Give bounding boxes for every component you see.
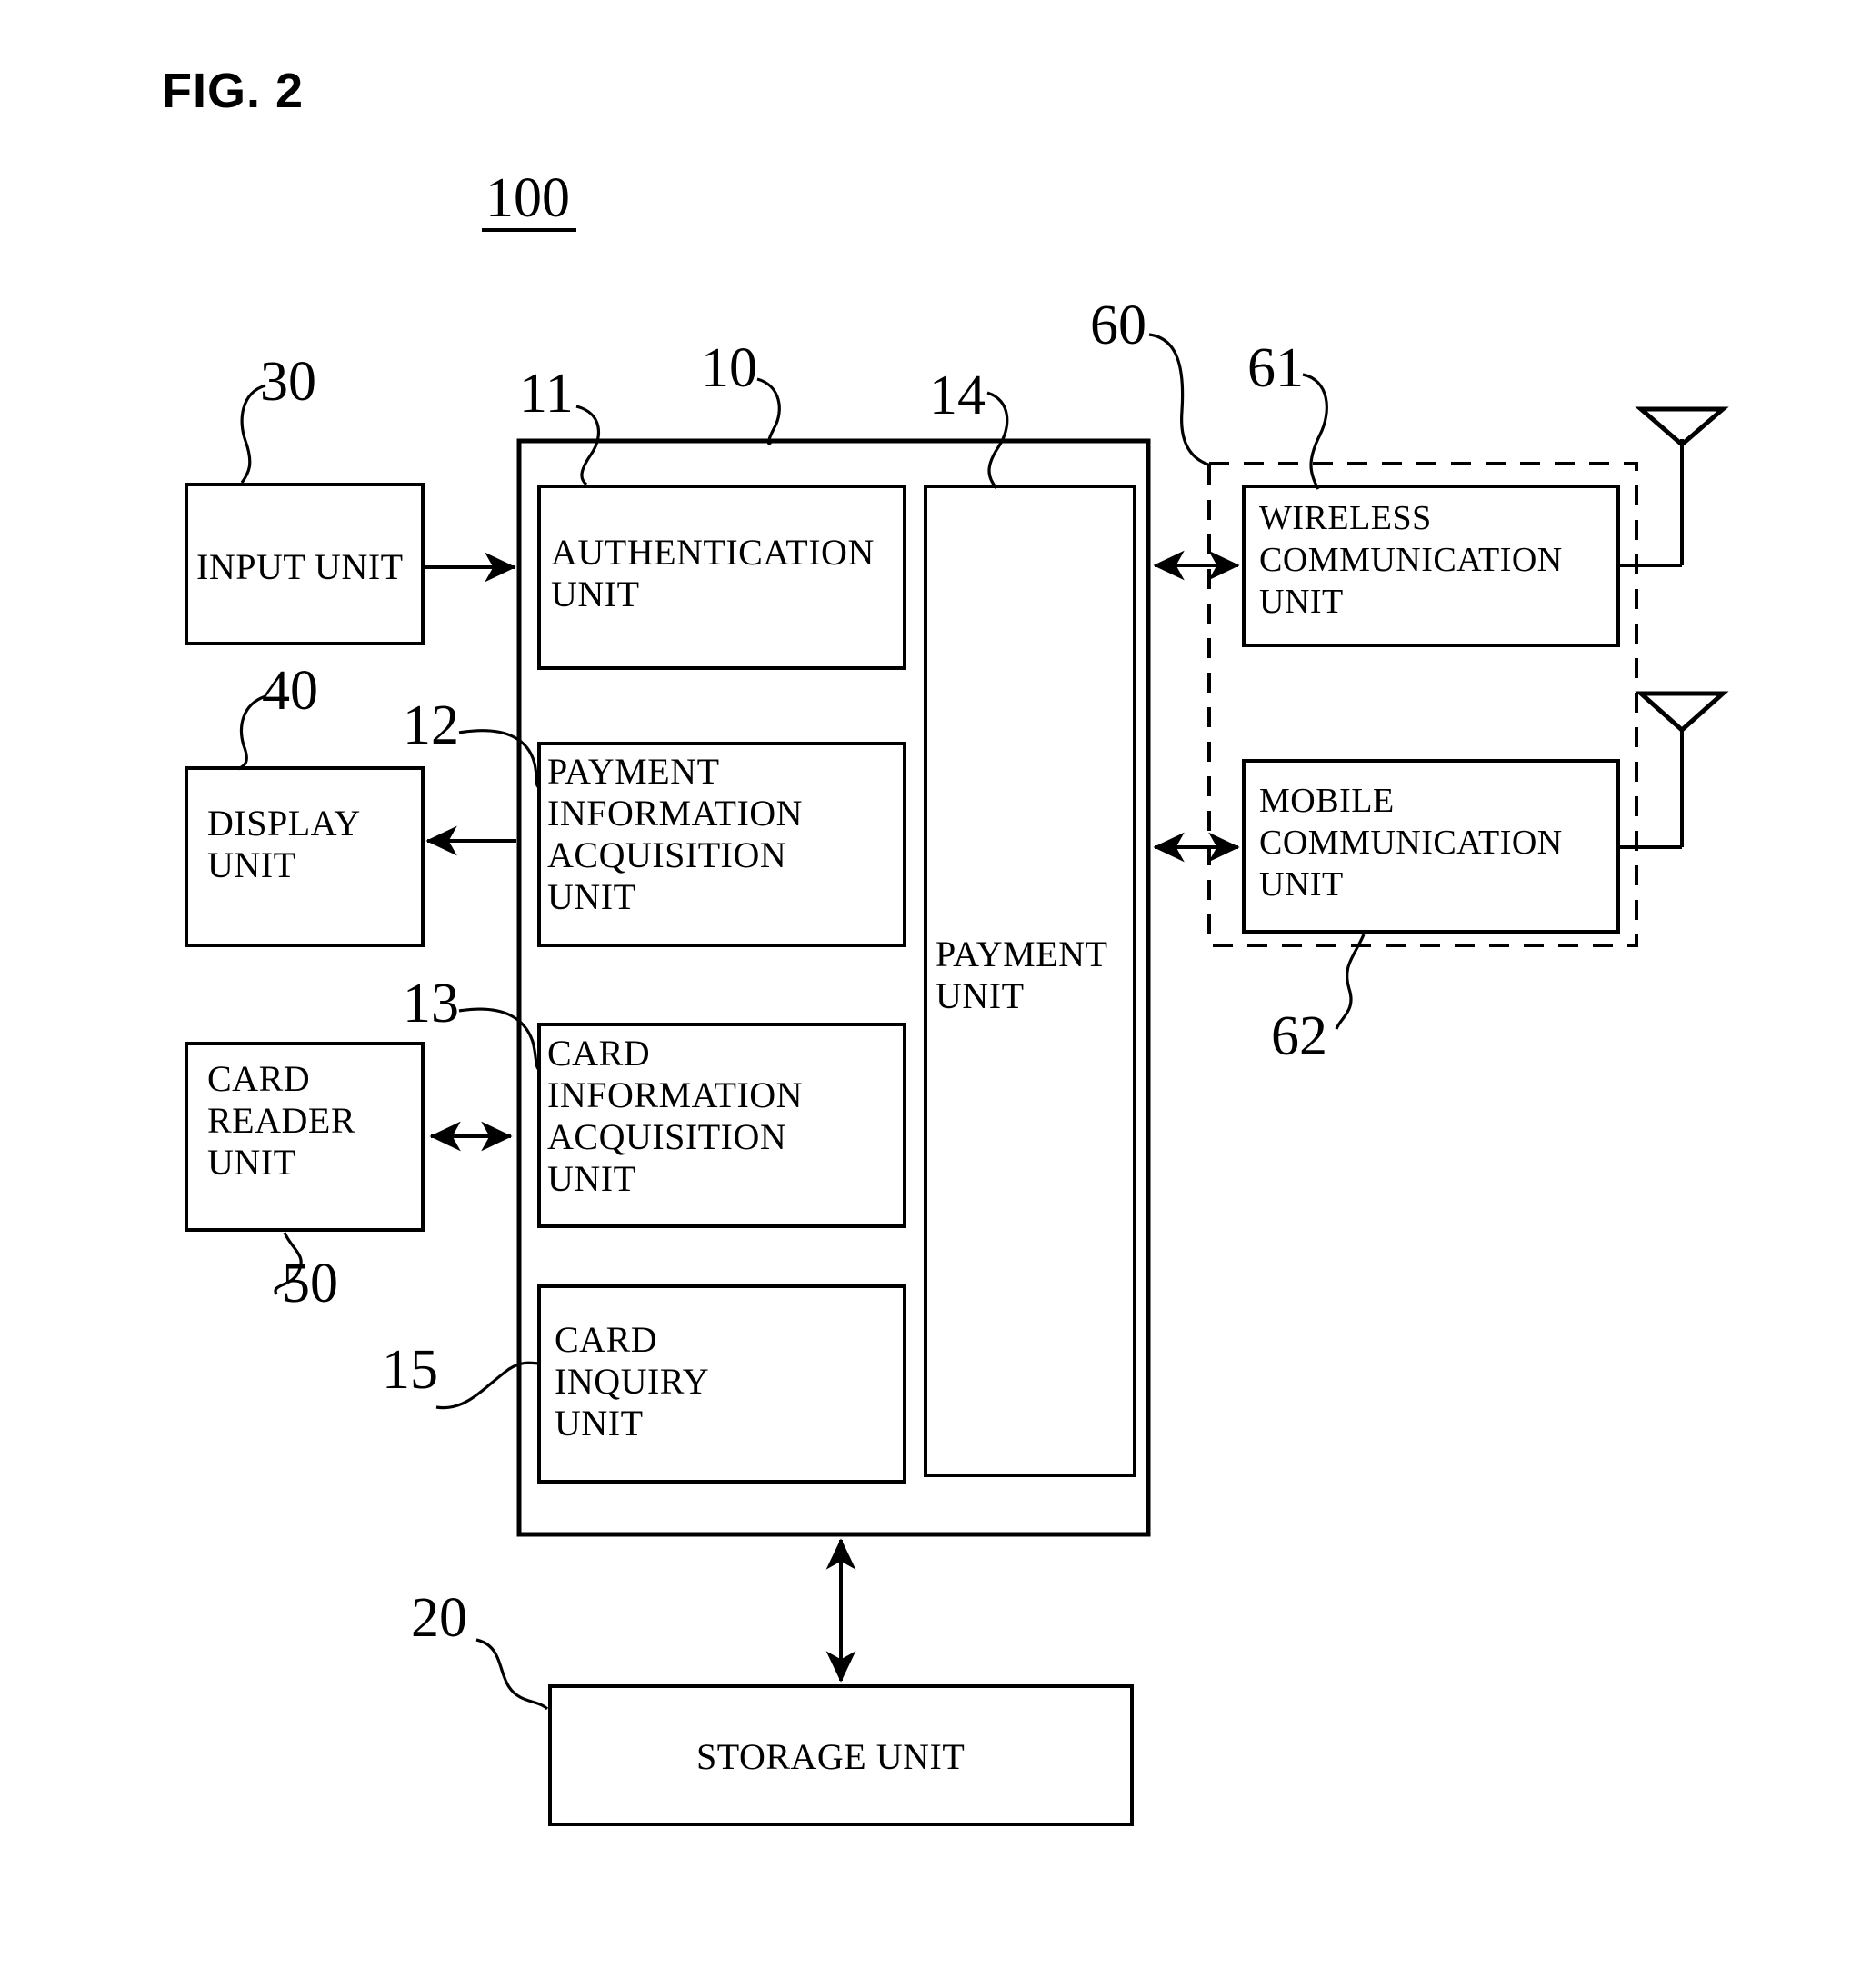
leader-line-61: [1302, 373, 1328, 490]
mobile-comm-unit-label-line1: MOBILE: [1259, 782, 1395, 820]
ref-label-50: 50: [282, 1253, 338, 1314]
payment-info-acq-label-line1: PAYMENT: [547, 751, 720, 792]
card-reader-unit-label-line2: READER: [207, 1100, 355, 1141]
ref-label-60: 60: [1090, 295, 1146, 356]
card-inquiry-unit-label-line1: CARD: [555, 1319, 657, 1360]
card-info-acq-label-line2: INFORMATION: [547, 1074, 803, 1115]
ref-label-13: 13: [403, 973, 459, 1034]
ref-label-14: 14: [929, 365, 986, 426]
mobile-comm-unit-label-line2: COMMUNICATION: [1259, 824, 1563, 862]
card-reader-unit-label-line1: CARD: [207, 1058, 310, 1099]
leader-line-12: [458, 729, 541, 789]
block-diagram: FIG. 2 100 10 AUTHENTICATION UNIT 11 PAY…: [162, 64, 1729, 1826]
payment-unit-label-line1: PAYMENT: [936, 934, 1108, 974]
leader-line-11: [575, 405, 600, 486]
authentication-unit-label-line1: AUTHENTICATION: [551, 532, 875, 573]
ref-label-11: 11: [519, 363, 574, 425]
ref-label-62: 62: [1271, 1005, 1327, 1067]
ref-label-20: 20: [411, 1587, 467, 1649]
leader-line-20: [475, 1638, 549, 1711]
wireless-comm-unit-label-line1: WIRELESS: [1259, 499, 1432, 537]
patent-figure: FIG. 2 100 10 AUTHENTICATION UNIT 11 PAY…: [0, 0, 1851, 1988]
ref-label-30: 30: [260, 351, 316, 413]
card-inquiry-unit-label-line3: UNIT: [555, 1403, 644, 1444]
leader-line-10: [756, 377, 781, 445]
antenna-icon-mobile: [1618, 691, 1729, 849]
input-unit-label: INPUT UNIT: [196, 546, 404, 587]
wireless-comm-unit-label-line2: COMMUNICATION: [1259, 541, 1563, 579]
display-unit-label-line1: DISPLAY: [207, 803, 361, 844]
display-unit-label-line2: UNIT: [207, 844, 296, 885]
ref-label-40: 40: [262, 660, 318, 722]
ref-label-100: 100: [485, 167, 570, 229]
payment-info-acq-label-line3: ACQUISITION: [547, 834, 786, 875]
card-info-acq-label-line1: CARD: [547, 1033, 650, 1074]
ref-label-10: 10: [701, 337, 757, 399]
payment-info-acq-label-line4: UNIT: [547, 876, 636, 917]
leader-line-60: [1148, 333, 1212, 467]
mobile-comm-unit-label-line3: UNIT: [1259, 865, 1344, 904]
antenna-icon-wireless: [1618, 406, 1729, 567]
card-reader-unit-label-line3: UNIT: [207, 1142, 296, 1183]
wireless-comm-unit-label-line3: UNIT: [1259, 583, 1344, 621]
leader-line-62: [1335, 934, 1366, 1030]
authentication-unit-label-line2: UNIT: [551, 574, 640, 614]
card-info-acq-label-line4: UNIT: [547, 1158, 636, 1199]
leader-line-13: [458, 1007, 542, 1072]
ref-label-12: 12: [403, 694, 459, 756]
payment-info-acq-label-line2: INFORMATION: [547, 793, 803, 834]
leader-line-15: [435, 1361, 541, 1410]
payment-unit-label-line2: UNIT: [936, 975, 1025, 1016]
ref-label-15: 15: [382, 1339, 438, 1401]
card-inquiry-unit-label-line2: INQUIRY: [555, 1361, 709, 1402]
card-info-acq-label-line3: ACQUISITION: [547, 1116, 786, 1157]
ref-label-61: 61: [1247, 337, 1304, 399]
storage-unit-label: STORAGE UNIT: [696, 1736, 965, 1777]
figure-title: FIG. 2: [162, 64, 304, 118]
